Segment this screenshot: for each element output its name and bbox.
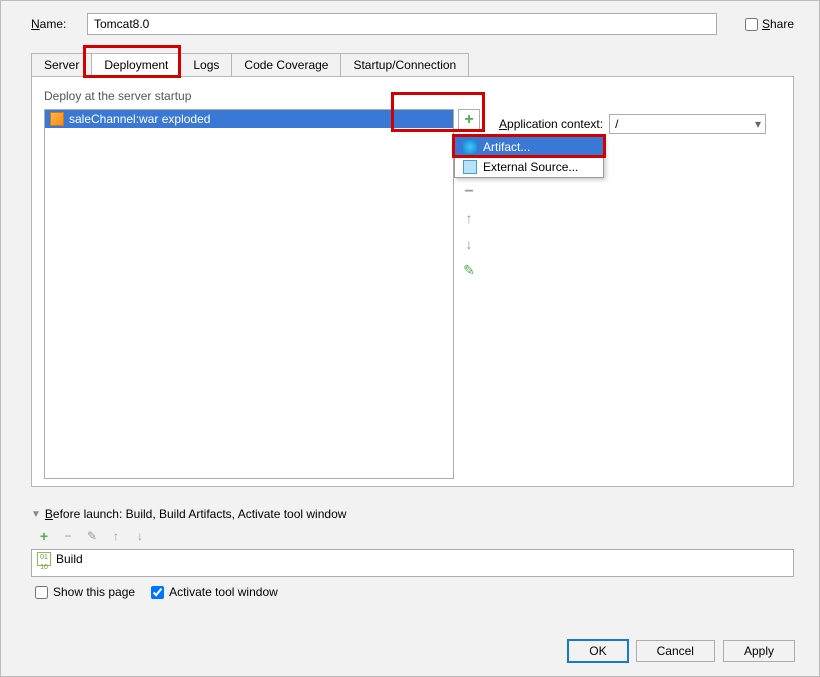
before-launch-toolbar: + − ✎ ↑ ↓ (31, 527, 794, 545)
war-exploded-icon (50, 112, 64, 126)
deploy-buttons: + Artifact... External Source... (454, 109, 484, 479)
context-value: / (615, 117, 618, 131)
tab-logs[interactable]: Logs (180, 53, 232, 76)
build-icon: 0110 (37, 552, 51, 566)
popup-external-source[interactable]: External Source... (455, 157, 603, 177)
name-input[interactable] (87, 13, 717, 35)
add-button[interactable]: + (458, 109, 480, 131)
cancel-button[interactable]: Cancel (636, 640, 715, 662)
before-launch-title: Before launch: Build, Build Artifacts, A… (45, 507, 347, 521)
remove-button[interactable]: − (458, 181, 480, 203)
move-down-button[interactable]: ↓ (458, 233, 480, 255)
before-launch-list[interactable]: 0110 Build (31, 549, 794, 577)
popup-artifact[interactable]: Artifact... (455, 137, 603, 157)
edit-button[interactable]: ✎ (458, 259, 480, 281)
before-launch-header[interactable]: ▼ Before launch: Build, Build Artifacts,… (31, 507, 794, 521)
show-page-checkbox[interactable] (35, 586, 48, 599)
dialog-buttons: OK Cancel Apply (568, 640, 795, 662)
move-up-button[interactable]: ↑ (458, 207, 480, 229)
deploy-area: saleChannel:war exploded + Artifact... (44, 109, 781, 479)
share-checkbox-wrap[interactable]: Share (745, 17, 794, 31)
add-popup-menu[interactable]: Artifact... External Source... (454, 136, 604, 178)
tab-code-coverage[interactable]: Code Coverage (231, 53, 341, 76)
context-label: Application context: (499, 117, 603, 131)
share-label: Share (762, 17, 794, 31)
plus-icon: + (464, 111, 473, 129)
share-checkbox[interactable] (745, 18, 758, 31)
tab-server[interactable]: Server (31, 53, 92, 76)
activate-window-label: Activate tool window (169, 585, 278, 599)
arrow-up-icon: ↑ (466, 210, 473, 226)
arrow-down-icon: ↓ (466, 236, 473, 252)
tab-deployment[interactable]: Deployment (91, 53, 181, 77)
name-label: Name: (31, 17, 79, 31)
bl-item-label: Build (56, 552, 83, 566)
popup-external-label: External Source... (483, 160, 578, 174)
ok-button[interactable]: OK (568, 640, 627, 662)
context-row: Application context: / (499, 114, 766, 134)
activate-window-checkbox[interactable] (151, 586, 164, 599)
tab-startup-connection[interactable]: Startup/Connection (340, 53, 469, 76)
before-launch-section: ▼ Before launch: Build, Build Artifacts,… (31, 507, 794, 599)
tabs-area: Server Deployment Logs Code Coverage Sta… (31, 53, 794, 487)
bl-add-button[interactable]: + (35, 527, 53, 545)
minus-icon: − (464, 183, 473, 201)
pencil-icon: ✎ (463, 262, 475, 279)
tabs: Server Deployment Logs Code Coverage Sta… (31, 53, 794, 77)
deployment-panel: Deploy at the server startup saleChannel… (31, 77, 794, 487)
name-row: Name: Share (31, 13, 794, 35)
apply-button[interactable]: Apply (723, 640, 795, 662)
deploy-item-label: saleChannel:war exploded (69, 112, 210, 126)
bl-edit-button[interactable]: ✎ (83, 527, 101, 545)
bl-up-button[interactable]: ↑ (107, 527, 125, 545)
deploy-header: Deploy at the server startup (44, 89, 781, 103)
activate-window-wrap[interactable]: Activate tool window (151, 585, 278, 599)
artifact-icon (463, 140, 477, 154)
show-page-wrap[interactable]: Show this page (35, 585, 135, 599)
context-select[interactable]: / (609, 114, 766, 134)
deploy-list[interactable]: saleChannel:war exploded (44, 109, 454, 479)
footer-checks: Show this page Activate tool window (31, 585, 794, 599)
run-config-dialog: Name: Share Server Deployment Logs Code … (0, 0, 820, 677)
bl-remove-button[interactable]: − (59, 527, 77, 545)
bl-down-button[interactable]: ↓ (131, 527, 149, 545)
external-source-icon (463, 160, 477, 174)
bl-item-build[interactable]: 0110 Build (32, 550, 793, 568)
collapse-icon: ▼ (31, 509, 41, 520)
show-page-label: Show this page (53, 585, 135, 599)
popup-artifact-label: Artifact... (483, 140, 530, 154)
deploy-item[interactable]: saleChannel:war exploded (45, 110, 453, 128)
